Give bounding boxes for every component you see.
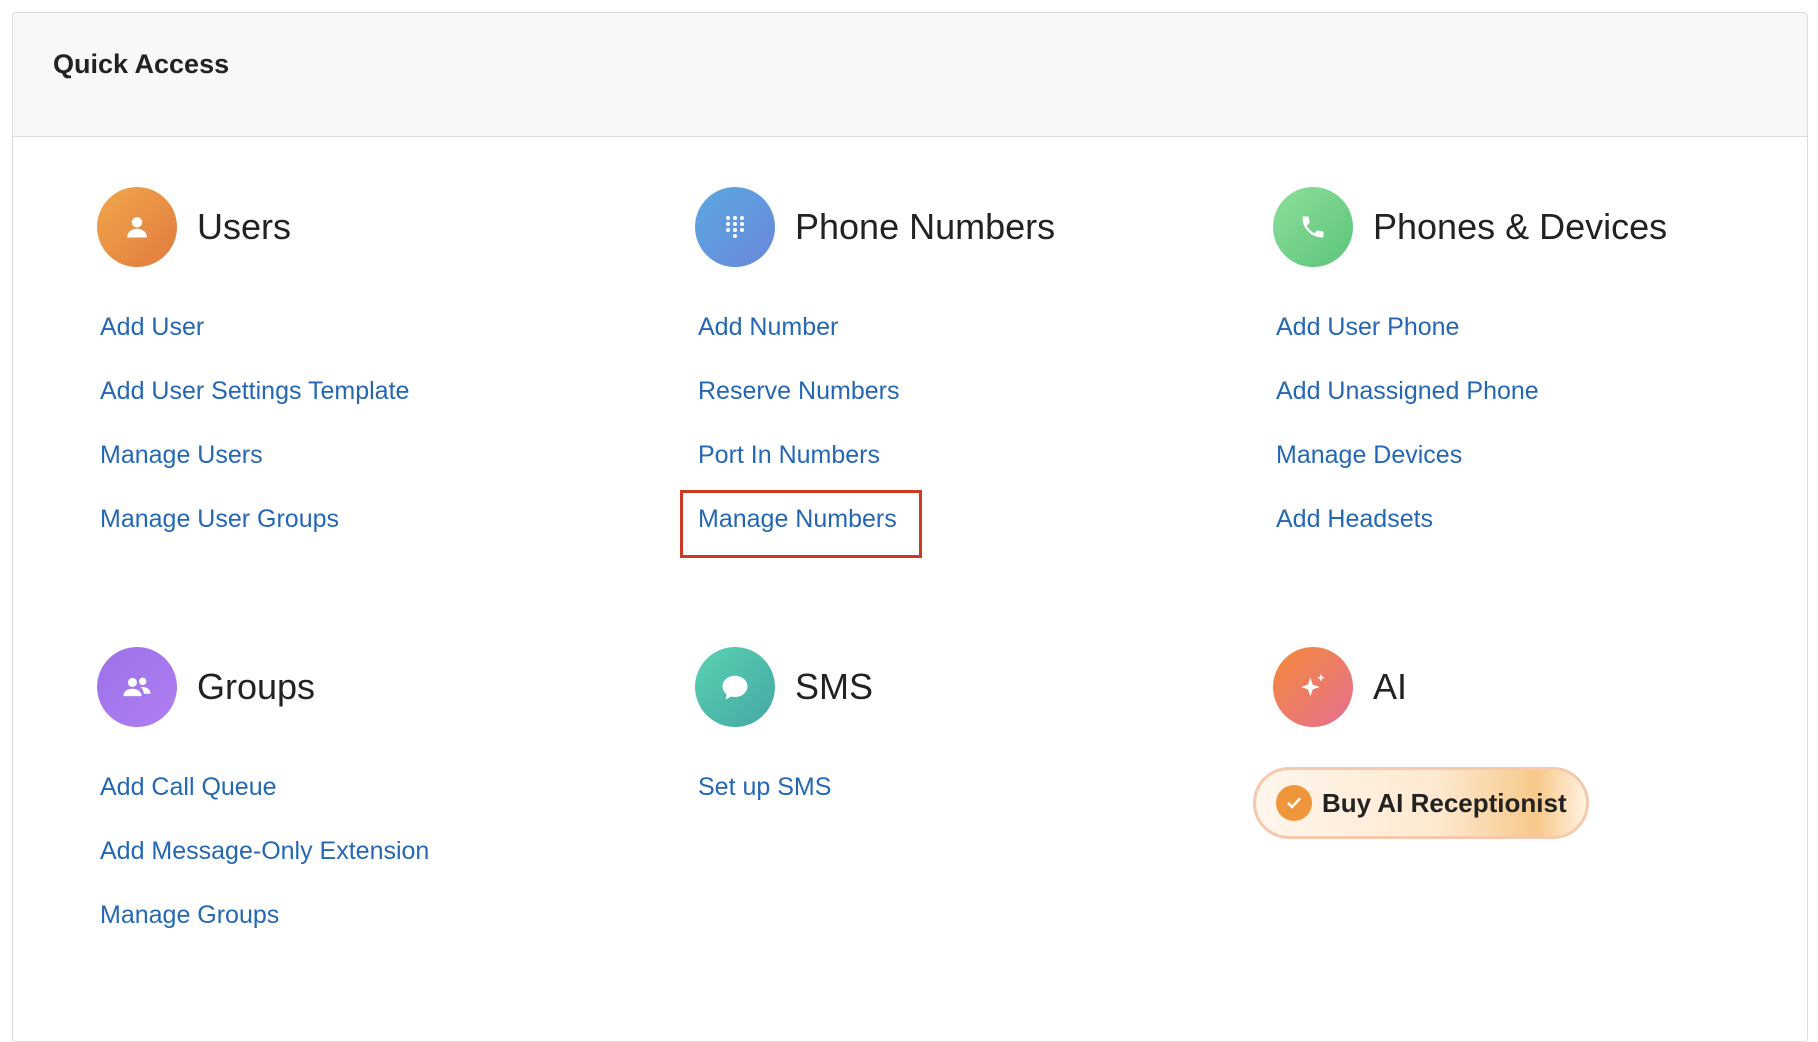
buy-ai-receptionist-button[interactable]: Buy AI Receptionist: [1253, 767, 1589, 839]
add-user-settings-template-link[interactable]: Add User Settings Template: [97, 359, 657, 423]
section-sms-header: SMS: [695, 647, 1255, 727]
reserve-numbers-link[interactable]: Reserve Numbers: [695, 359, 1255, 423]
section-groups: Groups Add Call Queue Add Message-Only E…: [97, 647, 657, 947]
add-call-queue-link[interactable]: Add Call Queue: [97, 755, 657, 819]
panel-title: Quick Access: [53, 49, 230, 79]
section-title: SMS: [795, 666, 874, 707]
section-title: Users: [197, 206, 292, 247]
section-phone-numbers: Phone Numbers Add Number Reserve Numbers…: [680, 187, 1255, 558]
section-phones-devices-header: Phones & Devices: [1273, 187, 1807, 267]
chat-bubble-icon: [695, 647, 775, 727]
add-number-link[interactable]: Add Number: [695, 295, 1255, 359]
set-up-sms-link[interactable]: Set up SMS: [695, 755, 1255, 819]
section-title: Phones & Devices: [1373, 206, 1668, 247]
checkmark-icon: [1276, 785, 1312, 821]
manage-numbers-link[interactable]: Manage Numbers: [680, 487, 1255, 558]
add-user-phone-link[interactable]: Add User Phone: [1273, 295, 1807, 359]
manage-groups-link[interactable]: Manage Groups: [97, 883, 657, 947]
section-title: Groups: [197, 666, 316, 707]
section-title: AI: [1373, 666, 1408, 707]
manage-devices-link[interactable]: Manage Devices: [1273, 423, 1807, 487]
section-ai: AI Buy AI Receptionist: [1253, 647, 1807, 839]
buy-ai-receptionist-label: Buy AI Receptionist: [1322, 787, 1567, 818]
port-in-numbers-link[interactable]: Port In Numbers: [695, 423, 1255, 487]
user-icon: [97, 187, 177, 267]
panel-header: Quick Access: [13, 13, 1807, 137]
section-title: Phone Numbers: [795, 206, 1056, 247]
group-icon: [97, 647, 177, 727]
section-phone-numbers-header: Phone Numbers: [695, 187, 1255, 267]
add-unassigned-phone-link[interactable]: Add Unassigned Phone: [1273, 359, 1807, 423]
manage-users-link[interactable]: Manage Users: [97, 423, 657, 487]
quick-access-panel: Quick Access Users Add User Add User Set…: [12, 12, 1808, 1042]
section-users: Users Add User Add User Settings Templat…: [97, 187, 657, 551]
manage-user-groups-link[interactable]: Manage User Groups: [97, 487, 657, 551]
dialpad-icon: [695, 187, 775, 267]
section-ai-header: AI: [1273, 647, 1807, 727]
section-groups-header: Groups: [97, 647, 657, 727]
phone-icon: [1273, 187, 1353, 267]
section-sms: SMS Set up SMS: [695, 647, 1255, 819]
section-users-header: Users: [97, 187, 657, 267]
section-phones-devices: Phones & Devices Add User Phone Add Unas…: [1273, 187, 1807, 551]
add-user-link[interactable]: Add User: [97, 295, 657, 359]
add-message-only-extension-link[interactable]: Add Message-Only Extension: [97, 819, 657, 883]
add-headsets-link[interactable]: Add Headsets: [1273, 487, 1807, 551]
sparkle-icon: [1273, 647, 1353, 727]
